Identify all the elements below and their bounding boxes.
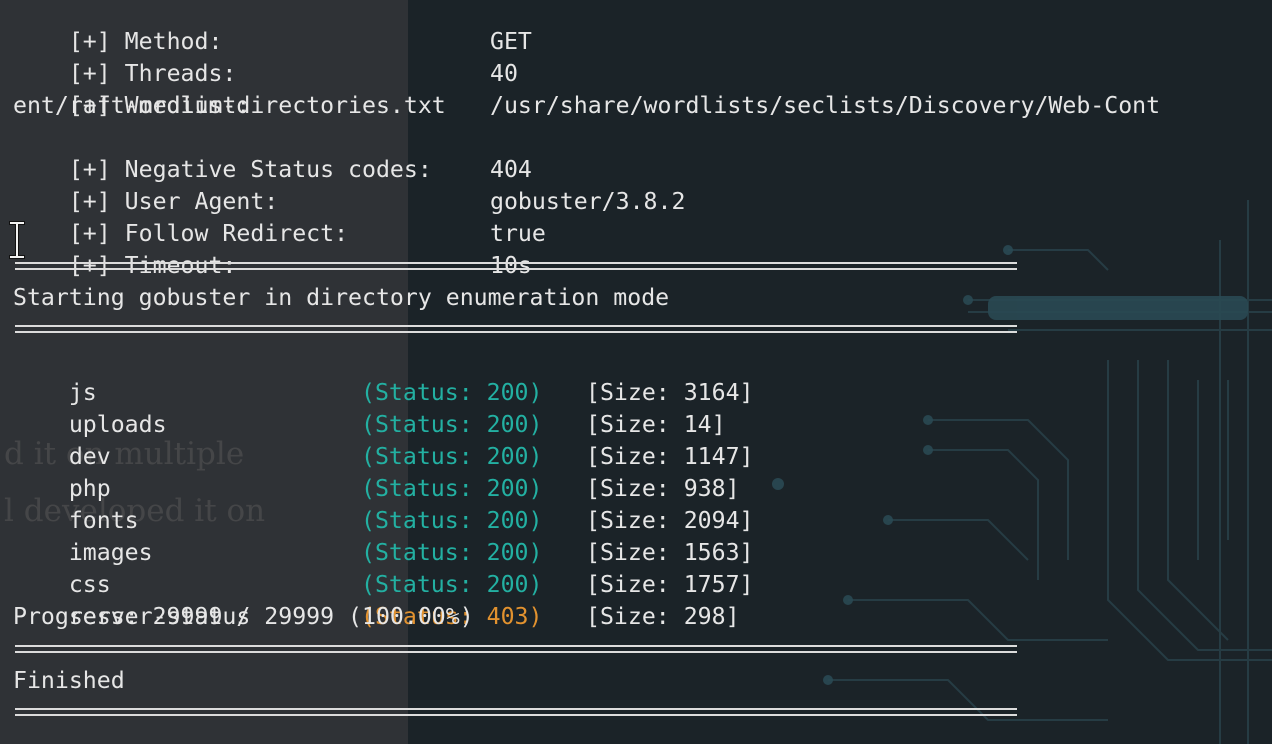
result-status: (Status: 200) [361, 571, 543, 598]
result-row: images (Status: 200) [Size: 1563] [13, 505, 754, 566]
result-size: [Size: 938] [586, 475, 740, 502]
separator-line [15, 708, 1017, 716]
separator-line [15, 262, 1017, 270]
result-status: (Status: 200) [361, 507, 543, 534]
result-status: (Status: 200) [361, 379, 543, 406]
text-cursor-icon [9, 221, 25, 259]
result-row: css (Status: 200) [Size: 1757] [13, 537, 754, 598]
config-line-wordlist: [+] Wordlist:/usr/share/wordlists/seclis… [13, 58, 1160, 119]
result-size: [Size: 1757] [586, 571, 754, 598]
result-row: server-status (Status: 403) [Size: 298] [13, 569, 740, 630]
result-status: (Status: 200) [361, 539, 543, 566]
result-status: (Status: 200) [361, 475, 543, 502]
config-line-wordlist-continuation: ent/raft-medium-directories.txt [13, 92, 446, 119]
config-line-method: [+] Method: GET [13, 0, 532, 55]
config-value: 40 [490, 60, 518, 87]
config-value: gobuster/3.8.2 [490, 188, 686, 215]
result-size: [Size: 1563] [586, 539, 754, 566]
separator-line [15, 645, 1017, 653]
progress-line: Progress: 29999 / 29999 (100.00%) [13, 603, 474, 630]
result-size: [Size: 14] [586, 411, 726, 438]
config-line-follow-redirect: [+] Follow Redirect: true [13, 186, 546, 247]
result-row: fonts (Status: 200) [Size: 2094] [13, 473, 754, 534]
config-value: 404 [490, 156, 532, 183]
config-line-threads: [+] Threads: 40 [13, 26, 518, 87]
result-size: [Size: 2094] [586, 507, 754, 534]
config-line-user-agent: [+] User Agent: gobuster/3.8.2 [13, 154, 686, 215]
result-row: uploads (Status: 200) [Size: 14] [13, 377, 726, 438]
result-size: [Size: 298] [586, 603, 740, 630]
config-value: GET [490, 28, 532, 55]
mode-message: Starting gobuster in directory enumerati… [13, 284, 670, 311]
result-row: dev (Status: 200) [Size: 1147] [13, 409, 754, 470]
terminal-output[interactable]: [+] Method: GET [+] Threads: 40 [+] Wordli… [0, 0, 1272, 744]
config-value: /usr/share/wordlists/seclists/Discovery/… [490, 92, 1161, 119]
result-size: [Size: 3164] [586, 379, 754, 406]
finished-message: Finished [13, 667, 125, 694]
result-status: (Status: 200) [361, 411, 543, 438]
result-row: js (Status: 200) [Size: 3164] [13, 345, 754, 406]
config-value: true [490, 220, 546, 247]
result-row: php (Status: 200) [Size: 938] [13, 441, 740, 502]
config-line-negative-status: [+] Negative Status codes: 404 [13, 122, 532, 183]
result-size: [Size: 1147] [586, 443, 754, 470]
separator-line [15, 325, 1017, 333]
config-line-timeout: [+] Timeout: 10s [13, 218, 532, 279]
result-status: (Status: 200) [361, 443, 543, 470]
